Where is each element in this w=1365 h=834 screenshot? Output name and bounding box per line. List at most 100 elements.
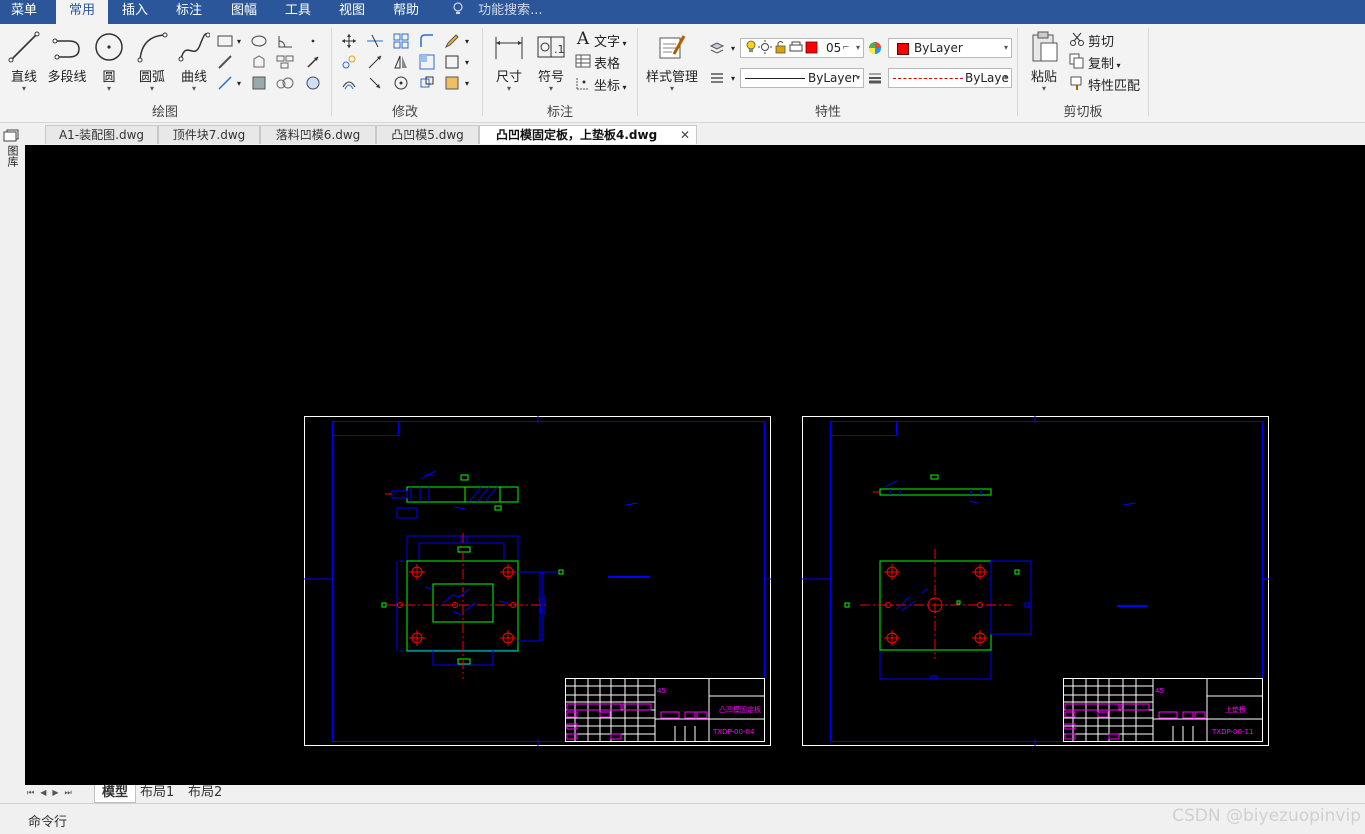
doc-tab-ejector[interactable]: 顶件块7.dwg [158,125,260,144]
feature-search[interactable]: 功能搜索... [452,0,543,24]
region-icon[interactable] [250,53,268,71]
lineweight-dropdown[interactable]: ByLaye ▾ [888,68,1012,88]
trim-icon[interactable] [366,32,384,50]
style-manager-button[interactable]: 样式管理 ▾ [643,30,701,93]
scale-icon[interactable] [418,53,436,71]
table-tool-button[interactable]: 表格 [594,53,620,72]
chevron-down-icon[interactable]: ▾ [728,39,738,57]
line-tool-button[interactable]: 直线 ▾ [5,30,43,93]
coordinate-tool-button[interactable]: 坐标 ▾ [594,75,627,94]
chevron-down-icon[interactable]: ▾ [462,32,472,50]
menu-tab-insert[interactable]: 插入 [112,0,158,24]
layer-dropdown[interactable]: 05 ⌐ ▾ [740,38,864,58]
extend-icon[interactable] [366,53,384,71]
sheet-1-part-name: 凸凹模固定板 [719,705,761,714]
layer-states-icon[interactable] [708,39,726,57]
color-dropdown[interactable]: ByLayer ▾ [888,38,1012,58]
circle-icon [92,30,126,64]
stretch-icon[interactable] [366,74,384,92]
layout-nav-arrows[interactable]: ⏮◀▶⏭ [27,788,78,798]
lineweight-icon[interactable] [866,69,884,87]
layer-list-icon[interactable] [708,69,726,87]
polyline-tool-button[interactable]: 多段线 [45,30,89,85]
spline-icon [177,30,211,64]
drawing-canvas[interactable]: 45 凸凹模固定板 TXDP-00-04 45 上垫板 TXDP-00-11 [25,145,1365,785]
grid-icon[interactable] [392,32,410,50]
fillet-icon[interactable] [418,32,436,50]
array-icon[interactable] [276,53,294,71]
curve-label: 曲线 [180,70,207,85]
menu-tab-tools[interactable]: 工具 [275,0,321,24]
menu-tab-view[interactable]: 视图 [329,0,375,24]
pencil-icon[interactable] [443,32,461,50]
sheet-2-plan-view [844,549,1032,680]
layout-tab-2[interactable]: 布局2 [188,785,226,802]
copy-icon[interactable] [1068,52,1086,70]
rotate-icon[interactable] [392,74,410,92]
hatch-line-icon[interactable] [216,53,234,71]
point-icon[interactable] [304,32,322,50]
polyline-icon [50,30,84,64]
table-icon[interactable] [574,52,592,70]
menu-tab-annotate[interactable]: 标注 [166,0,212,24]
text-tool-button[interactable]: 文字 ▾ [594,31,627,50]
construction-line-icon[interactable] [216,74,234,92]
layout-tab-1[interactable]: 布局1 [140,785,178,802]
doc-tab-punch-die[interactable]: 凸凹模5.dwg [376,125,479,144]
draw-group-title: 绘图 [151,105,178,120]
offset-icon[interactable] [340,74,358,92]
linetype-dropdown[interactable]: ByLayer ▾ [740,68,864,88]
boundary-icon[interactable] [250,74,268,92]
paste-button[interactable]: 粘贴 ▾ [1025,30,1063,93]
pick-icon[interactable] [304,53,322,71]
match-properties-icon[interactable] [1068,74,1086,92]
ellipse-icon[interactable] [250,32,268,50]
close-icon[interactable]: ✕ [680,126,690,145]
coordinate-label: 坐标 [594,79,621,94]
line-label: 直线 [10,70,37,85]
move-icon[interactable] [340,32,358,50]
color-wheel-icon[interactable] [866,39,884,57]
mirror-icon[interactable] [392,53,410,71]
curve-tool-button[interactable]: 曲线 ▾ [175,30,213,93]
symbol-tool-button[interactable]: .1 符号 ▾ [532,30,570,93]
match-properties-button[interactable]: 特性匹配 [1088,75,1140,94]
arc-tool-button[interactable]: 圆弧 ▾ [133,30,171,93]
doc-tab-fixing-plate[interactable]: 凸凹模固定板，上垫板4.dwg ✕ [479,125,697,144]
doc-tab-assembly[interactable]: A1-装配图.dwg [45,125,158,144]
linetype-preview [745,78,805,79]
menu-tab-menu[interactable]: 菜单 [0,0,48,24]
text-icon[interactable]: A [574,29,592,49]
angle-icon[interactable] [276,32,294,50]
chevron-down-icon[interactable]: ▾ [728,69,738,87]
left-tool-strip: 图库 [0,123,25,803]
circle-tool-button[interactable]: 圆 ▾ [92,30,126,93]
layer-square-icon[interactable] [443,53,461,71]
chevron-down-icon: ▾ [191,84,196,93]
command-bar[interactable]: 命令行 CSDN @biyezuopinvip [0,803,1365,834]
chevron-down-icon: ▾ [669,84,674,93]
library-label[interactable]: 图库 [6,145,19,167]
dimension-tool-button[interactable]: 尺寸 ▾ [490,30,528,93]
sphere-icon[interactable] [304,74,322,92]
menu-tab-help[interactable]: 帮助 [383,0,429,24]
explode-icon[interactable] [418,74,436,92]
layout-tab-model[interactable]: 模型 [94,785,136,803]
cut-button[interactable]: 剪切 [1088,31,1114,50]
symbol-icon: .1 [534,30,568,64]
chevron-down-icon[interactable]: ▾ [462,53,472,71]
rectangle-icon[interactable] [216,32,234,50]
cloud-icon[interactable] [276,74,294,92]
chevron-down-icon[interactable]: ▾ [234,74,244,92]
doc-tab-blanking-die[interactable]: 落料凹模6.dwg [260,125,376,144]
edit-color-icon[interactable] [443,74,461,92]
coordinate-icon[interactable] [574,74,592,92]
library-icon[interactable] [3,129,19,146]
copy-button[interactable]: 复制 ▾ [1088,53,1121,72]
chevron-down-icon[interactable]: ▾ [462,74,472,92]
menu-tab-sheet[interactable]: 图幅 [221,0,267,24]
scissors-icon[interactable] [1068,30,1086,48]
chevron-down-icon[interactable]: ▾ [234,32,244,50]
menu-tab-home[interactable]: 常用 [56,0,108,24]
copy-object-icon[interactable] [340,53,358,71]
